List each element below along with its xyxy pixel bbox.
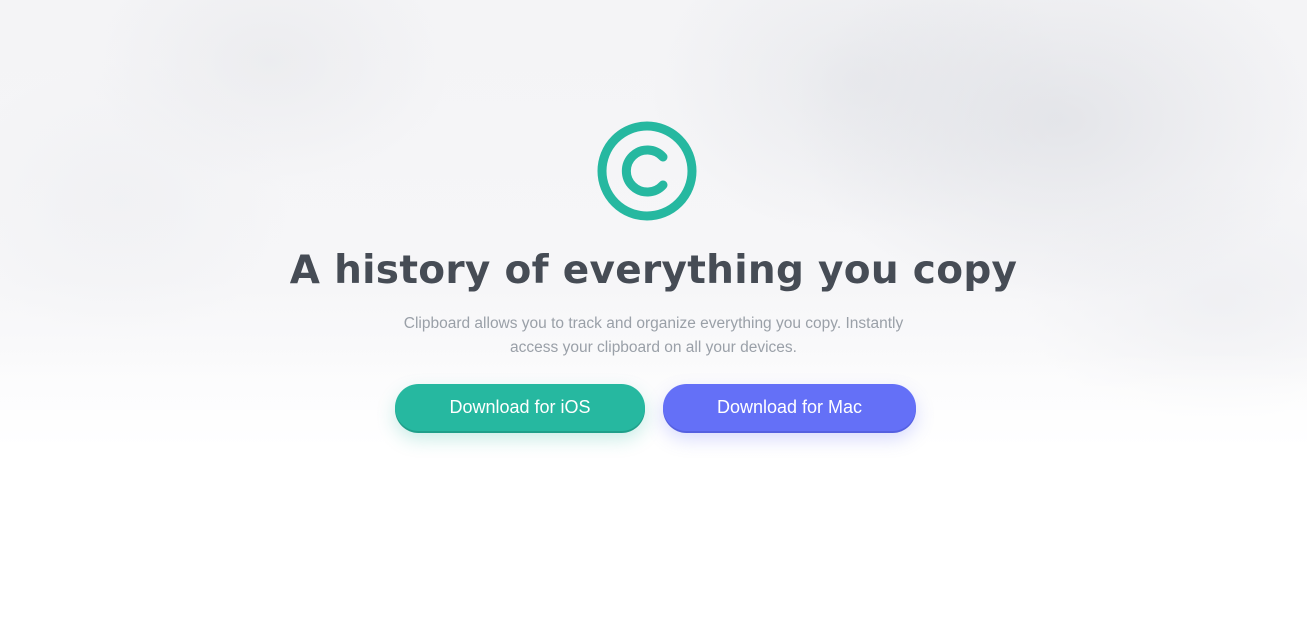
hero-subtitle: Clipboard allows you to track and organi…	[360, 312, 947, 360]
hero-section: A history of everything you copy Clipboa…	[0, 0, 1307, 626]
subtitle-line-2: access your clipboard on all your device…	[510, 339, 797, 356]
subtitle-line-1: Clipboard allows you to track and organi…	[403, 315, 904, 332]
download-mac-button[interactable]: Download for Mac	[663, 384, 916, 431]
page-title: A history of everything you copy	[289, 248, 1018, 293]
download-ios-button[interactable]: Download for iOS	[395, 384, 645, 431]
copyright-clipboard-icon	[597, 121, 697, 221]
